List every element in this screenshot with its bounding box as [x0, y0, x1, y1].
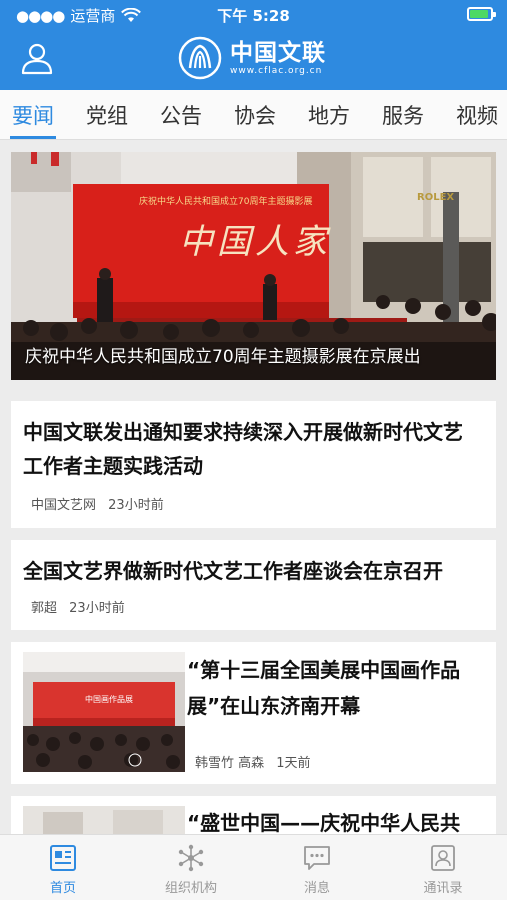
news-headline: 全国文艺界做新时代文艺工作者座谈会在京召开 [23, 559, 443, 583]
exhibition-photo [23, 652, 185, 772]
home-news-icon [50, 845, 76, 871]
tab-videos[interactable]: 视频 [456, 100, 498, 130]
news-headline: “第十三届全国美展中国画作品展”在山东济南开幕 [187, 658, 461, 718]
news-card-2[interactable]: 全国文艺界做新时代文艺工作者座谈会在京召开 郭超 23小时前 [11, 540, 496, 630]
news-time: 23小时前 [108, 498, 164, 513]
contacts-icon [431, 845, 455, 871]
news-card-1[interactable]: 中国文联发出通知要求持续深入开展做新时代文艺工作者主题实践活动 中国文艺网 23… [11, 401, 496, 528]
tab-party-group[interactable]: 党组 [86, 100, 128, 130]
news-time: 23小时前 [69, 601, 125, 616]
news-headline: “盛世中国——庆祝中华人民共 [187, 811, 461, 834]
nav-label: 通讯录 [423, 881, 463, 896]
nav-label: 首页 [49, 881, 76, 896]
app-url: www.cflac.org.cn [230, 66, 323, 76]
nav-label: 组织机构 [164, 881, 217, 896]
nav-messages[interactable]: 消息 [262, 843, 372, 896]
active-tab-indicator [10, 136, 56, 139]
nav-organization[interactable]: 组织机构 [136, 843, 246, 896]
stage-banner-title: 庆祝中华人民共和国成立70周年主题摄影展 [139, 197, 313, 207]
tab-local[interactable]: 地方 [308, 100, 350, 130]
news-source: 郭超 [31, 601, 58, 616]
news-thumbnail: 中国画作品展 [23, 652, 185, 772]
news-meta: 韩雪竹 高森 1天前 [195, 752, 319, 771]
app-title: 中国文联 [230, 40, 326, 66]
tab-services[interactable]: 服务 [382, 100, 424, 130]
status-bar: ●●●● 运营商 下午 5:28 [0, 0, 507, 30]
news-photo [23, 806, 185, 834]
news-thumbnail [23, 806, 185, 834]
thumbnail-banner-text: 中国画作品展 [85, 695, 133, 704]
battery-icon [467, 7, 496, 21]
news-card-4[interactable]: “盛世中国——庆祝中华人民共 [11, 796, 496, 834]
status-time: 下午 5:28 [217, 7, 290, 25]
tab-associations[interactable]: 协会 [234, 100, 276, 130]
profile-icon[interactable] [18, 40, 56, 78]
app-logo: 中国文联 www.cflac.org.cn [178, 36, 326, 80]
news-meta: 中国文艺网 23小时前 [31, 494, 172, 513]
news-card-3[interactable]: 中国画作品展 “第十三届全国美展中国画作品展”在山东济南开幕 韩雪竹 高森 1天… [11, 642, 496, 784]
tab-headlines[interactable]: 要闻 [12, 100, 54, 130]
category-tabs: 要闻 党组 公告 协会 地方 服务 视频 [0, 90, 507, 140]
bottom-nav: 首页 组织机构 消息 通讯录 [0, 834, 507, 900]
cflac-logo-icon [178, 36, 222, 80]
stage-calligraphy: 中国人家 [179, 222, 331, 262]
store-sign: ROLEX [417, 192, 455, 203]
news-time: 1天前 [276, 756, 311, 771]
news-meta: 郭超 23小时前 [31, 597, 133, 616]
nav-home[interactable]: 首页 [8, 843, 118, 896]
tab-announcements[interactable]: 公告 [160, 100, 202, 130]
hero-banner[interactable]: 庆祝中华人民共和国成立70周年主题摄影展 中国人家 ROLEX 庆祝中华人民共和… [11, 152, 496, 380]
app-header: ●●●● 运营商 下午 5:28 中国文联 www.cflac.org.cn [0, 0, 507, 90]
network-icon [178, 844, 204, 872]
news-source: 韩雪竹 高森 [195, 756, 265, 771]
nav-label: 消息 [303, 881, 330, 896]
message-icon [304, 846, 330, 870]
hero-caption: 庆祝中华人民共和国成立70周年主题摄影展在京展出 [25, 347, 421, 367]
nav-contacts[interactable]: 通讯录 [388, 843, 498, 896]
news-headline: 中国文联发出通知要求持续深入开展做新时代文艺工作者主题实践活动 [23, 420, 463, 478]
news-source: 中国文艺网 [31, 498, 97, 513]
